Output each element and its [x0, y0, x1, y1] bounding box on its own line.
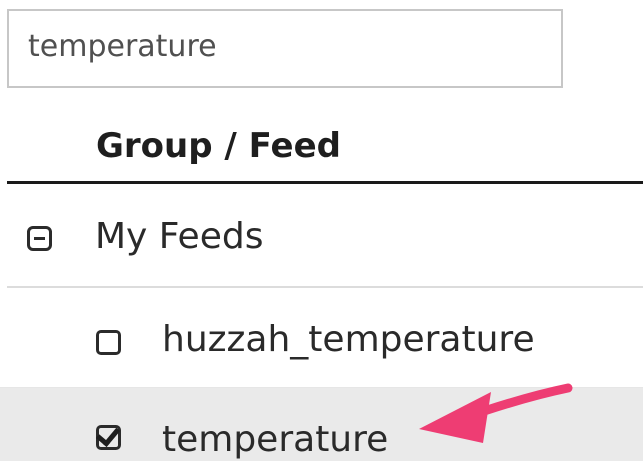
feed-checkbox-unchecked[interactable]: [96, 330, 121, 355]
collapse-icon[interactable]: [27, 226, 52, 251]
group-label: My Feeds: [95, 216, 264, 257]
feed-label: huzzah_temperature: [162, 319, 535, 360]
column-header-group-feed: Group / Feed: [96, 126, 341, 166]
search-input[interactable]: [7, 9, 563, 88]
feed-label: temperature: [162, 419, 389, 460]
feed-checkbox-checked[interactable]: [95, 421, 121, 450]
check-icon: [95, 421, 121, 448]
